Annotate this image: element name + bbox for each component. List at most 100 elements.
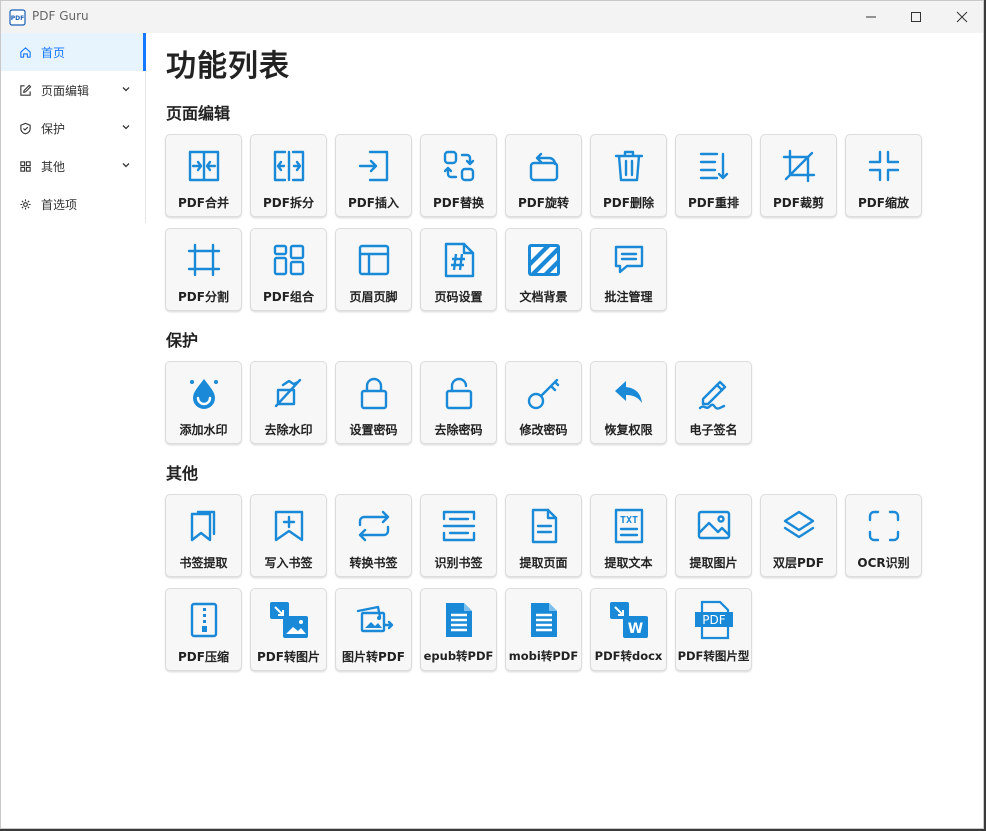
tool-card-double-layer[interactable]: 双层PDF	[760, 494, 837, 577]
title-bar: PDF PDF Guru	[1, 1, 983, 33]
tool-label: 双层PDF	[773, 556, 824, 570]
tool-label: 去除水印	[264, 423, 313, 437]
tool-card-split[interactable]: PDF拆分	[250, 134, 327, 217]
bookmark-add-icon	[269, 506, 309, 546]
tool-label: 去除密码	[434, 423, 483, 437]
zip-icon	[184, 600, 224, 640]
tool-label: PDF转docx	[594, 649, 663, 663]
tool-label: PDF合并	[178, 196, 229, 210]
tool-label: PDF分割	[178, 290, 229, 304]
combine-icon	[269, 240, 309, 280]
grid-icon	[19, 159, 33, 173]
tool-label: 写入书签	[264, 556, 313, 570]
section-title-protect: 保护	[166, 331, 199, 350]
tool-card-cut-grid[interactable]: PDF分割	[165, 228, 242, 311]
scale-icon	[864, 146, 904, 186]
chevron-down-icon[interactable]	[121, 122, 131, 132]
tool-card-bookmark-add[interactable]: 写入书签	[250, 494, 327, 577]
home-icon	[19, 45, 33, 59]
tool-label: 设置密码	[349, 423, 398, 437]
tool-card-rotate[interactable]: PDF旋转	[505, 134, 582, 217]
app-title: PDF Guru	[32, 9, 89, 23]
sidebar-item-preferences[interactable]: 首选项	[1, 185, 145, 223]
tool-label: OCR识别	[857, 556, 910, 570]
tool-card-page-number[interactable]: 页码设置	[420, 228, 497, 311]
svg-text:TXT: TXT	[619, 515, 637, 526]
tool-card-bookmark-extract[interactable]: 书签提取	[165, 494, 242, 577]
tool-label: PDF拆分	[263, 196, 314, 210]
tool-label: 提取页面	[519, 556, 568, 570]
active-indicator	[143, 33, 146, 71]
tool-label: mobi转PDF	[508, 649, 579, 663]
tool-card-merge[interactable]: PDF合并	[165, 134, 242, 217]
tool-card-compress[interactable]: PDF压缩	[165, 588, 242, 671]
layers-icon	[779, 506, 819, 546]
tool-card-restore-permission[interactable]: 恢复权限	[590, 361, 667, 444]
tool-card-background[interactable]: 文档背景	[505, 228, 582, 311]
tool-card-extract-image[interactable]: 提取图片	[675, 494, 752, 577]
remove-watermark-icon	[269, 373, 309, 413]
pdf-badge-icon: PDF	[694, 600, 734, 640]
background-icon	[524, 240, 564, 280]
page-number-icon	[439, 240, 479, 280]
tool-card-image-to-pdf[interactable]: 图片转PDF	[335, 588, 412, 671]
tool-card-combine[interactable]: PDF组合	[250, 228, 327, 311]
tool-card-change-password[interactable]: 修改密码	[505, 361, 582, 444]
svg-text:PDF: PDF	[11, 15, 24, 22]
tool-card-extract-text[interactable]: TXT 提取文本	[590, 494, 667, 577]
insert-icon	[354, 146, 394, 186]
tool-card-signature[interactable]: 电子签名	[675, 361, 752, 444]
tool-card-insert[interactable]: PDF插入	[335, 134, 412, 217]
gear-icon	[19, 197, 33, 211]
tool-card-delete[interactable]: PDF删除	[590, 134, 667, 217]
tool-card-ocr[interactable]: OCR识别	[845, 494, 922, 577]
tool-label: 转换书签	[349, 556, 398, 570]
tool-card-pdf-to-image-type[interactable]: PDF PDF转图片型	[675, 588, 752, 671]
reorder-icon	[694, 146, 734, 186]
sidebar: 首页 页面编辑 保护 其他 首选项	[1, 33, 146, 223]
maximize-icon	[911, 12, 921, 22]
tool-card-reorder[interactable]: PDF重排	[675, 134, 752, 217]
page-title: 功能列表	[166, 49, 290, 84]
tool-card-remove-watermark[interactable]: 去除水印	[250, 361, 327, 444]
minimize-button[interactable]	[848, 1, 894, 33]
close-button[interactable]	[939, 1, 985, 33]
tool-label: PDF替换	[433, 196, 484, 210]
tool-card-pdf-to-docx[interactable]: W PDF转docx	[590, 588, 667, 671]
tool-label: PDF插入	[348, 196, 399, 210]
tool-card-crop[interactable]: PDF裁剪	[760, 134, 837, 217]
lock-icon	[354, 373, 394, 413]
tool-card-replace[interactable]: PDF替换	[420, 134, 497, 217]
tool-card-extract-page[interactable]: 提取页面	[505, 494, 582, 577]
tool-card-watermark[interactable]: 添加水印	[165, 361, 242, 444]
tool-card-annotation[interactable]: 批注管理	[590, 228, 667, 311]
section-title-page-edit: 页面编辑	[166, 104, 231, 123]
tool-card-remove-password[interactable]: 去除密码	[420, 361, 497, 444]
text-icon: TXT	[609, 506, 649, 546]
chevron-down-icon[interactable]	[121, 160, 131, 170]
tool-card-pdf-to-image[interactable]: PDF转图片	[250, 588, 327, 671]
tool-card-header-footer[interactable]: 页眉页脚	[335, 228, 412, 311]
sidebar-item-page-edit[interactable]: 页面编辑	[1, 71, 145, 109]
sidebar-item-protect[interactable]: 保护	[1, 109, 145, 147]
image-icon	[694, 506, 734, 546]
mobi-icon	[524, 600, 564, 640]
tool-card-recognize-bookmark[interactable]: 识别书签	[420, 494, 497, 577]
page-edit-grid: PDF合并 PDF拆分 PDF插入 PDF替换 PDF旋转 PDF删除 PDF重…	[165, 134, 930, 322]
epub-icon	[439, 600, 479, 640]
bookmark-extract-icon	[184, 506, 224, 546]
tool-card-epub-to-pdf[interactable]: epub转PDF	[420, 588, 497, 671]
sidebar-item-other[interactable]: 其他	[1, 147, 145, 185]
pdf-to-docx-icon: W	[609, 600, 649, 640]
tool-card-mobi-to-pdf[interactable]: mobi转PDF	[505, 588, 582, 671]
tool-card-scale[interactable]: PDF缩放	[845, 134, 922, 217]
tool-card-convert-bookmark[interactable]: 转换书签	[335, 494, 412, 577]
sidebar-item-home[interactable]: 首页	[1, 33, 146, 71]
pdf-to-image-icon	[269, 600, 309, 640]
rotate-icon	[524, 146, 564, 186]
maximize-button[interactable]	[893, 1, 939, 33]
tool-card-set-password[interactable]: 设置密码	[335, 361, 412, 444]
svg-text:W: W	[627, 621, 642, 637]
chevron-down-icon[interactable]	[121, 84, 131, 94]
tool-label: PDF裁剪	[773, 196, 824, 210]
